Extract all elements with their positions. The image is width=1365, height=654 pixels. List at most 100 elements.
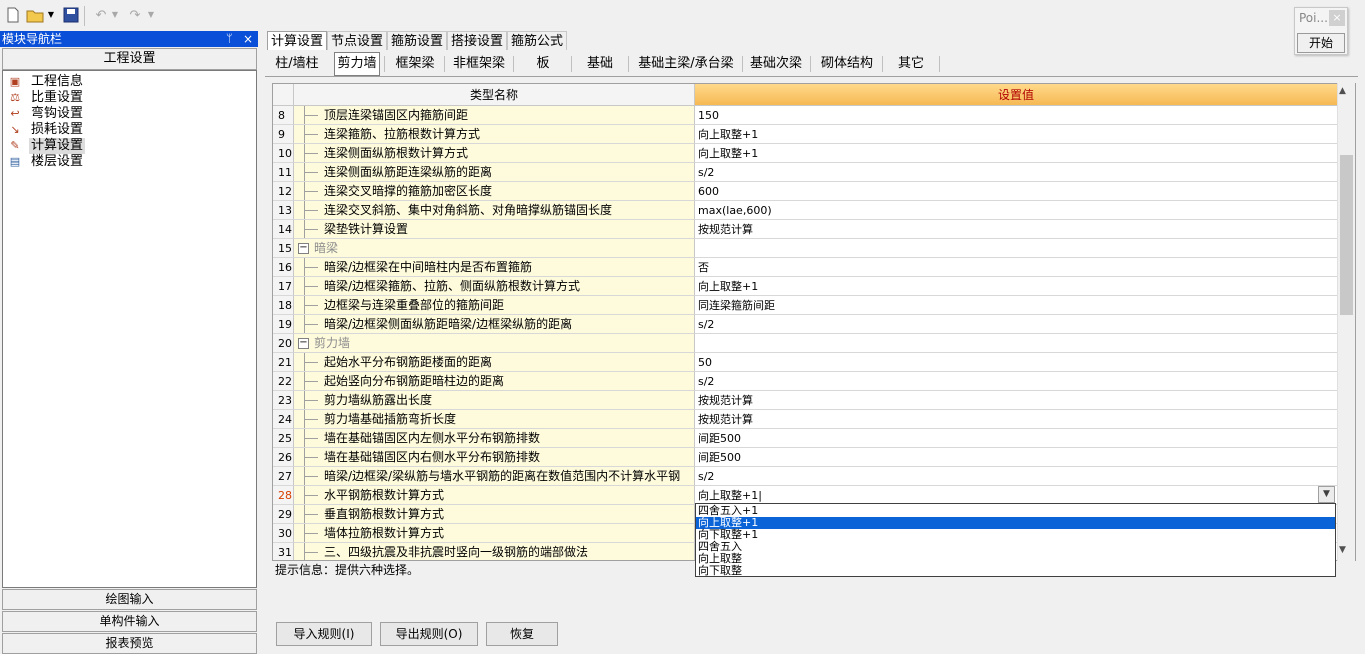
subtab-column-wall[interactable]: 柱/墙柱 [270, 52, 324, 76]
name-cell[interactable]: 起始竖向分布钢筋距暗柱边的距离 [294, 372, 695, 391]
scroll-down-icon[interactable]: ▼ [1339, 545, 1346, 555]
dropdown-option[interactable]: 向上取整 [696, 553, 1335, 565]
name-cell[interactable]: 暗梁/边框梁/梁纵筋与墙水平钢筋的距离在数值范围内不计算水平钢 [294, 467, 695, 486]
value-cell[interactable]: 按规范计算 [695, 220, 1337, 239]
name-cell[interactable]: 水平钢筋根数计算方式 [294, 486, 695, 505]
subtab-foundation-secondary-beam[interactable]: 基础次梁 [748, 52, 804, 76]
grid-row[interactable]: 25 墙在基础锚固区内左侧水平分布钢筋排数 间距500 [273, 429, 1337, 448]
dropdown-icon[interactable]: ▼ [110, 6, 120, 24]
value-cell[interactable]: s/2 [695, 315, 1337, 334]
subtab-masonry[interactable]: 砌体结构 [817, 52, 877, 76]
restore-button[interactable]: 恢复 [486, 622, 558, 646]
value-cell[interactable] [695, 334, 1337, 353]
value-cell[interactable]: 按规范计算 [695, 391, 1337, 410]
start-button[interactable]: 开始 [1297, 33, 1345, 53]
value-cell[interactable]: 按规范计算 [695, 410, 1337, 429]
value-cell[interactable]: 600 [695, 182, 1337, 201]
subtab-shear-wall[interactable]: 剪力墙 [334, 52, 380, 76]
name-cell[interactable]: 连梁侧面纵筋根数计算方式 [294, 144, 695, 163]
export-rules-button[interactable]: 导出规则(O) [380, 622, 478, 646]
grid-row[interactable]: 23 剪力墙纵筋露出长度 按规范计算 [273, 391, 1337, 410]
value-cell[interactable]: 向上取整+1 [695, 277, 1337, 296]
subtab-frame-beam[interactable]: 框架梁 [390, 52, 440, 76]
value-cell[interactable]: 向上取整+1 [695, 125, 1337, 144]
import-rules-button[interactable]: 导入规则(I) [276, 622, 372, 646]
grid-row[interactable]: 16 暗梁/边框梁在中间暗柱内是否布置箍筋 否 [273, 258, 1337, 277]
dropdown-icon[interactable]: ▼ [46, 6, 56, 24]
undo-icon[interactable]: ↶ [92, 6, 110, 24]
grid-row[interactable]: 9 连梁箍筋、拉筋根数计算方式 向上取整+1 [273, 125, 1337, 144]
name-cell[interactable]: 起始水平分布钢筋距楼面的距离 [294, 353, 695, 372]
pin-icon[interactable]: ᛘ [226, 31, 233, 47]
save-icon[interactable] [62, 6, 80, 24]
name-cell[interactable]: 梁垫铁计算设置 [294, 220, 695, 239]
nav-item-project-info[interactable]: ▣ 工程信息 [7, 74, 85, 90]
name-cell[interactable]: 暗梁/边框梁在中间暗柱内是否布置箍筋 [294, 258, 695, 277]
collapse-icon[interactable]: − [298, 243, 309, 254]
tab-stirrup-settings[interactable]: 箍筋设置 [387, 31, 448, 50]
nav-item-floor[interactable]: ▤ 楼层设置 [7, 154, 85, 170]
value-cell[interactable]: 50 [695, 353, 1337, 372]
name-cell[interactable]: 连梁交叉暗撑的箍筋加密区长度 [294, 182, 695, 201]
name-cell[interactable]: 暗梁/边框梁侧面纵筋距暗梁/边框梁纵筋的距离 [294, 315, 695, 334]
subtab-foundation-main-beam[interactable]: 基础主梁/承台梁 [636, 52, 736, 76]
tab-calc-settings[interactable]: 计算设置 [267, 31, 328, 50]
grid-row[interactable]: 24 剪力墙基础插筋弯折长度 按规范计算 [273, 410, 1337, 429]
name-cell[interactable]: − 暗梁 [294, 239, 695, 258]
grid-row[interactable]: 18 边框梁与连梁重叠部位的箍筋间距 同连梁箍筋间距 [273, 296, 1337, 315]
grid-row[interactable]: 11 连梁侧面纵筋距连梁纵筋的距离 s/2 [273, 163, 1337, 182]
value-cell[interactable]: 间距500 [695, 448, 1337, 467]
name-cell[interactable]: 连梁箍筋、拉筋根数计算方式 [294, 125, 695, 144]
subtab-other[interactable]: 其它 [888, 52, 934, 76]
grid-row[interactable]: 19 暗梁/边框梁侧面纵筋距暗梁/边框梁纵筋的距离 s/2 [273, 315, 1337, 334]
name-cell[interactable]: 暗梁/边框梁箍筋、拉筋、侧面纵筋根数计算方式 [294, 277, 695, 296]
chevron-down-icon[interactable]: ▼ [1318, 486, 1335, 503]
tab-node-settings[interactable]: 节点设置 [327, 31, 388, 50]
name-cell[interactable]: 剪力墙基础插筋弯折长度 [294, 410, 695, 429]
dropdown-option[interactable]: 向下取整 [696, 565, 1335, 577]
grid-group-row[interactable]: 20− 剪力墙 [273, 334, 1337, 353]
subtab-non-frame-beam[interactable]: 非框架梁 [450, 52, 508, 76]
dropdown-icon[interactable]: ▼ [146, 6, 156, 24]
grid-row[interactable]: 14 梁垫铁计算设置 按规范计算 [273, 220, 1337, 239]
grid-row[interactable]: 10 连梁侧面纵筋根数计算方式 向上取整+1 [273, 144, 1337, 163]
collapse-icon[interactable]: − [298, 338, 309, 349]
nav-button-drawing-input[interactable]: 绘图输入 [2, 589, 257, 610]
value-cell[interactable]: s/2 [695, 163, 1337, 182]
value-cell[interactable]: s/2 [695, 467, 1337, 486]
grid-row[interactable]: 27 暗梁/边框梁/梁纵筋与墙水平钢筋的距离在数值范围内不计算水平钢 s/2 [273, 467, 1337, 486]
open-folder-icon[interactable] [26, 6, 44, 24]
subtab-slab[interactable]: 板 [520, 52, 566, 76]
value-cell[interactable]: 向上取整+1 [695, 144, 1337, 163]
close-icon[interactable]: × [1329, 10, 1345, 26]
value-cell[interactable]: s/2 [695, 372, 1337, 391]
name-cell[interactable]: 垂直钢筋根数计算方式 [294, 505, 695, 524]
grid-group-row[interactable]: 15− 暗梁 [273, 239, 1337, 258]
name-cell[interactable]: 墙在基础锚固区内左侧水平分布钢筋排数 [294, 429, 695, 448]
nav-item-hook[interactable]: ↩ 弯钩设置 [7, 106, 85, 122]
scroll-up-icon[interactable]: ▲ [1339, 86, 1346, 96]
redo-icon[interactable]: ↷ [126, 6, 144, 24]
name-cell[interactable]: 边框梁与连梁重叠部位的箍筋间距 [294, 296, 695, 315]
name-cell[interactable]: 墙在基础锚固区内右侧水平分布钢筋排数 [294, 448, 695, 467]
value-cell[interactable]: max(lae,600) [695, 201, 1337, 220]
name-cell[interactable]: 墙体拉筋根数计算方式 [294, 524, 695, 543]
name-cell[interactable]: 三、四级抗震及非抗震时竖向一级钢筋的端部做法 [294, 543, 695, 560]
dropdown-option[interactable]: 向下取整+1 [696, 529, 1335, 541]
value-cell[interactable]: 150 [695, 106, 1337, 125]
grid-row[interactable]: 17 暗梁/边框梁箍筋、拉筋、侧面纵筋根数计算方式 向上取整+1 [273, 277, 1337, 296]
scrollbar-thumb[interactable] [1340, 155, 1353, 315]
nav-section-project-settings[interactable]: 工程设置 [2, 48, 257, 70]
dropdown-option-selected[interactable]: 向上取整+1 [696, 517, 1335, 529]
grid-row[interactable]: 13 连梁交叉斜筋、集中对角斜筋、对角暗撑纵筋锚固长度 max(lae,600) [273, 201, 1337, 220]
name-cell[interactable]: − 剪力墙 [294, 334, 695, 353]
close-icon[interactable]: × [243, 31, 253, 47]
nav-button-single-input[interactable]: 单构件输入 [2, 611, 257, 632]
nav-item-calc[interactable]: ✎ 计算设置 [7, 138, 86, 154]
grid-row[interactable]: 26 墙在基础锚固区内右侧水平分布钢筋排数 间距500 [273, 448, 1337, 467]
nav-item-weight[interactable]: ⚖ 比重设置 [7, 90, 85, 106]
name-cell[interactable]: 连梁交叉斜筋、集中对角斜筋、对角暗撑纵筋锚固长度 [294, 201, 695, 220]
name-cell[interactable]: 剪力墙纵筋露出长度 [294, 391, 695, 410]
name-cell[interactable]: 顶层连梁锚固区内箍筋间距 [294, 106, 695, 125]
grid-row[interactable]: 21 起始水平分布钢筋距楼面的距离 50 [273, 353, 1337, 372]
